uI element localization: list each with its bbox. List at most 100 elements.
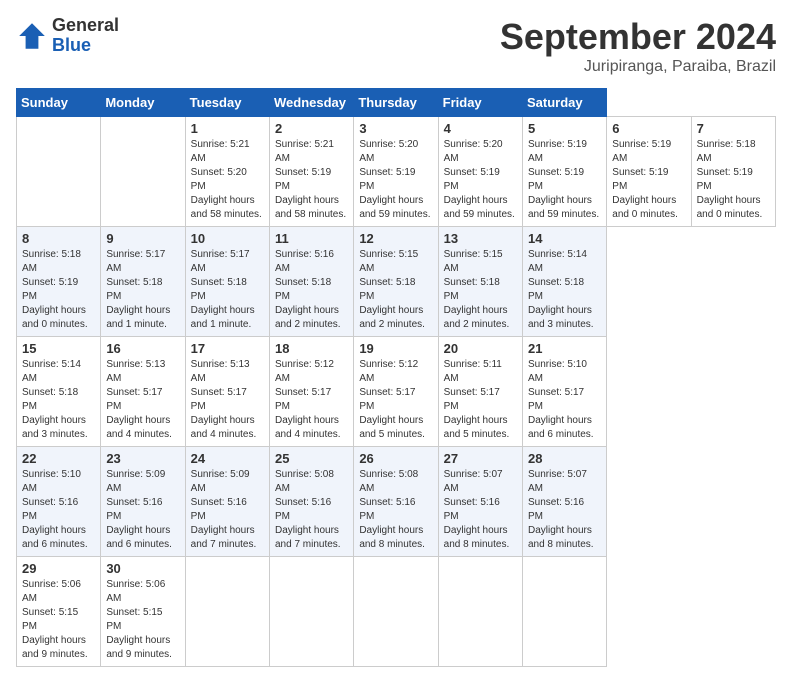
logo-blue: Blue <box>52 36 119 56</box>
calendar-cell: 11 Sunrise: 5:16 AMSunset: 5:18 PMDayligh… <box>269 227 353 337</box>
day-number: 14 <box>528 231 601 246</box>
calendar-cell: 8 Sunrise: 5:18 AMSunset: 5:19 PMDaylight… <box>17 227 101 337</box>
day-info: Sunrise: 5:20 AMSunset: 5:19 PMDaylight … <box>444 139 515 220</box>
calendar-cell: 23 Sunrise: 5:09 AMSunset: 5:16 PMDayligh… <box>101 447 185 557</box>
header-wednesday: Wednesday <box>269 89 353 117</box>
day-number: 22 <box>22 451 95 466</box>
day-info: Sunrise: 5:20 AMSunset: 5:19 PMDaylight … <box>359 139 430 220</box>
day-info: Sunrise: 5:18 AMSunset: 5:19 PMDaylight … <box>697 139 763 220</box>
day-number: 13 <box>444 231 517 246</box>
day-info: Sunrise: 5:18 AMSunset: 5:19 PMDaylight … <box>22 249 88 330</box>
day-info: Sunrise: 5:14 AMSunset: 5:18 PMDaylight … <box>22 359 88 440</box>
calendar-cell: 9 Sunrise: 5:17 AMSunset: 5:18 PMDaylight… <box>101 227 185 337</box>
location: Juripiranga, Paraiba, Brazil <box>500 58 776 76</box>
calendar-cell: 5 Sunrise: 5:19 AMSunset: 5:19 PMDaylight… <box>522 117 606 227</box>
day-number: 27 <box>444 451 517 466</box>
day-number: 11 <box>275 231 348 246</box>
header-thursday: Thursday <box>354 89 438 117</box>
day-number: 8 <box>22 231 95 246</box>
day-number: 17 <box>191 341 264 356</box>
calendar-cell: 13Sunrise: 5:15 AMSunset: 5:18 PMDayligh… <box>438 227 522 337</box>
day-info: Sunrise: 5:16 AMSunset: 5:18 PMDaylight … <box>275 249 341 330</box>
day-number: 30 <box>106 561 179 576</box>
logo-icon <box>16 20 48 52</box>
day-info: Sunrise: 5:06 AMSunset: 5:15 PMDaylight … <box>106 579 172 660</box>
calendar-cell <box>101 117 185 227</box>
day-info: Sunrise: 5:13 AMSunset: 5:17 PMDaylight … <box>106 359 172 440</box>
calendar-cell: 6Sunrise: 5:19 AMSunset: 5:19 PMDaylight… <box>607 117 691 227</box>
day-info: Sunrise: 5:21 AMSunset: 5:19 PMDaylight … <box>275 139 346 220</box>
day-number: 19 <box>359 341 432 356</box>
day-info: Sunrise: 5:14 AMSunset: 5:18 PMDaylight … <box>528 249 594 330</box>
page-header: General Blue September 2024 Juripiranga,… <box>16 16 776 76</box>
day-number: 1 <box>191 121 264 136</box>
logo: General Blue <box>16 16 119 56</box>
day-info: Sunrise: 5:13 AMSunset: 5:17 PMDaylight … <box>191 359 257 440</box>
calendar-cell: 28Sunrise: 5:07 AMSunset: 5:16 PMDayligh… <box>522 447 606 557</box>
calendar-cell: 20 Sunrise: 5:11 AMSunset: 5:17 PMDayligh… <box>438 337 522 447</box>
day-info: Sunrise: 5:12 AMSunset: 5:17 PMDaylight … <box>359 359 425 440</box>
day-number: 6 <box>612 121 685 136</box>
calendar-cell: 19 Sunrise: 5:12 AMSunset: 5:17 PMDayligh… <box>354 337 438 447</box>
day-info: Sunrise: 5:11 AMSunset: 5:17 PMDaylight … <box>444 359 510 440</box>
calendar-cell: 15 Sunrise: 5:14 AMSunset: 5:18 PMDayligh… <box>17 337 101 447</box>
day-number: 4 <box>444 121 517 136</box>
day-info: Sunrise: 5:10 AMSunset: 5:16 PMDaylight … <box>22 469 88 550</box>
header-sunday: Sunday <box>17 89 101 117</box>
calendar-cell: 2 Sunrise: 5:21 AMSunset: 5:19 PMDaylight… <box>269 117 353 227</box>
calendar-cell: 18Sunrise: 5:12 AMSunset: 5:17 PMDayligh… <box>269 337 353 447</box>
day-info: Sunrise: 5:07 AMSunset: 5:16 PMDaylight … <box>444 469 510 550</box>
calendar-cell: 24 Sunrise: 5:09 AMSunset: 5:16 PMDayligh… <box>185 447 269 557</box>
calendar-week-1: 1 Sunrise: 5:21 AMSunset: 5:20 PMDaylight… <box>17 117 776 227</box>
calendar-cell: 22 Sunrise: 5:10 AMSunset: 5:16 PMDayligh… <box>17 447 101 557</box>
day-number: 15 <box>22 341 95 356</box>
day-info: Sunrise: 5:09 AMSunset: 5:16 PMDaylight … <box>191 469 257 550</box>
day-number: 3 <box>359 121 432 136</box>
day-info: Sunrise: 5:17 AMSunset: 5:18 PMDaylight … <box>106 249 170 330</box>
calendar-cell: 12Sunrise: 5:15 AMSunset: 5:18 PMDayligh… <box>354 227 438 337</box>
calendar-cell: 14 Sunrise: 5:14 AMSunset: 5:18 PMDayligh… <box>522 227 606 337</box>
calendar-cell <box>17 117 101 227</box>
day-number: 5 <box>528 121 601 136</box>
calendar-cell: 16Sunrise: 5:13 AMSunset: 5:17 PMDayligh… <box>101 337 185 447</box>
calendar-cell: 17 Sunrise: 5:13 AMSunset: 5:17 PMDayligh… <box>185 337 269 447</box>
day-number: 21 <box>528 341 601 356</box>
calendar-cell: 21 Sunrise: 5:10 AMSunset: 5:17 PMDayligh… <box>522 337 606 447</box>
calendar-header-row: SundayMondayTuesdayWednesdayThursdayFrid… <box>17 89 776 117</box>
day-info: Sunrise: 5:08 AMSunset: 5:16 PMDaylight … <box>275 469 341 550</box>
day-number: 29 <box>22 561 95 576</box>
day-info: Sunrise: 5:10 AMSunset: 5:17 PMDaylight … <box>528 359 594 440</box>
day-info: Sunrise: 5:12 AMSunset: 5:17 PMDaylight … <box>275 359 341 440</box>
calendar-week-2: 8 Sunrise: 5:18 AMSunset: 5:19 PMDaylight… <box>17 227 776 337</box>
day-number: 28 <box>528 451 601 466</box>
day-info: Sunrise: 5:21 AMSunset: 5:20 PMDaylight … <box>191 139 262 220</box>
day-number: 26 <box>359 451 432 466</box>
title-block: September 2024 Juripiranga, Paraiba, Bra… <box>500 16 776 76</box>
calendar-cell: 26 Sunrise: 5:08 AMSunset: 5:16 PMDayligh… <box>354 447 438 557</box>
calendar-cell: 1 Sunrise: 5:21 AMSunset: 5:20 PMDaylight… <box>185 117 269 227</box>
day-info: Sunrise: 5:17 AMSunset: 5:18 PMDaylight … <box>191 249 255 330</box>
day-info: Sunrise: 5:09 AMSunset: 5:16 PMDaylight … <box>106 469 172 550</box>
day-number: 10 <box>191 231 264 246</box>
header-monday: Monday <box>101 89 185 117</box>
logo-general: General <box>52 16 119 36</box>
calendar-table: SundayMondayTuesdayWednesdayThursdayFrid… <box>16 88 776 667</box>
calendar-cell: 7 Sunrise: 5:18 AMSunset: 5:19 PMDaylight… <box>691 117 775 227</box>
day-number: 24 <box>191 451 264 466</box>
calendar-cell: 4 Sunrise: 5:20 AMSunset: 5:19 PMDaylight… <box>438 117 522 227</box>
month-title: September 2024 <box>500 16 776 58</box>
day-number: 7 <box>697 121 770 136</box>
calendar-cell: 3 Sunrise: 5:20 AMSunset: 5:19 PMDaylight… <box>354 117 438 227</box>
day-number: 25 <box>275 451 348 466</box>
day-number: 23 <box>106 451 179 466</box>
logo-text: General Blue <box>52 16 119 56</box>
header-tuesday: Tuesday <box>185 89 269 117</box>
day-number: 9 <box>106 231 179 246</box>
day-number: 2 <box>275 121 348 136</box>
day-info: Sunrise: 5:19 AMSunset: 5:19 PMDaylight … <box>528 139 599 220</box>
calendar-cell: 10 Sunrise: 5:17 AMSunset: 5:18 PMDayligh… <box>185 227 269 337</box>
day-info: Sunrise: 5:08 AMSunset: 5:16 PMDaylight … <box>359 469 425 550</box>
header-friday: Friday <box>438 89 522 117</box>
calendar-cell: 25 Sunrise: 5:08 AMSunset: 5:16 PMDayligh… <box>269 447 353 557</box>
day-number: 20 <box>444 341 517 356</box>
